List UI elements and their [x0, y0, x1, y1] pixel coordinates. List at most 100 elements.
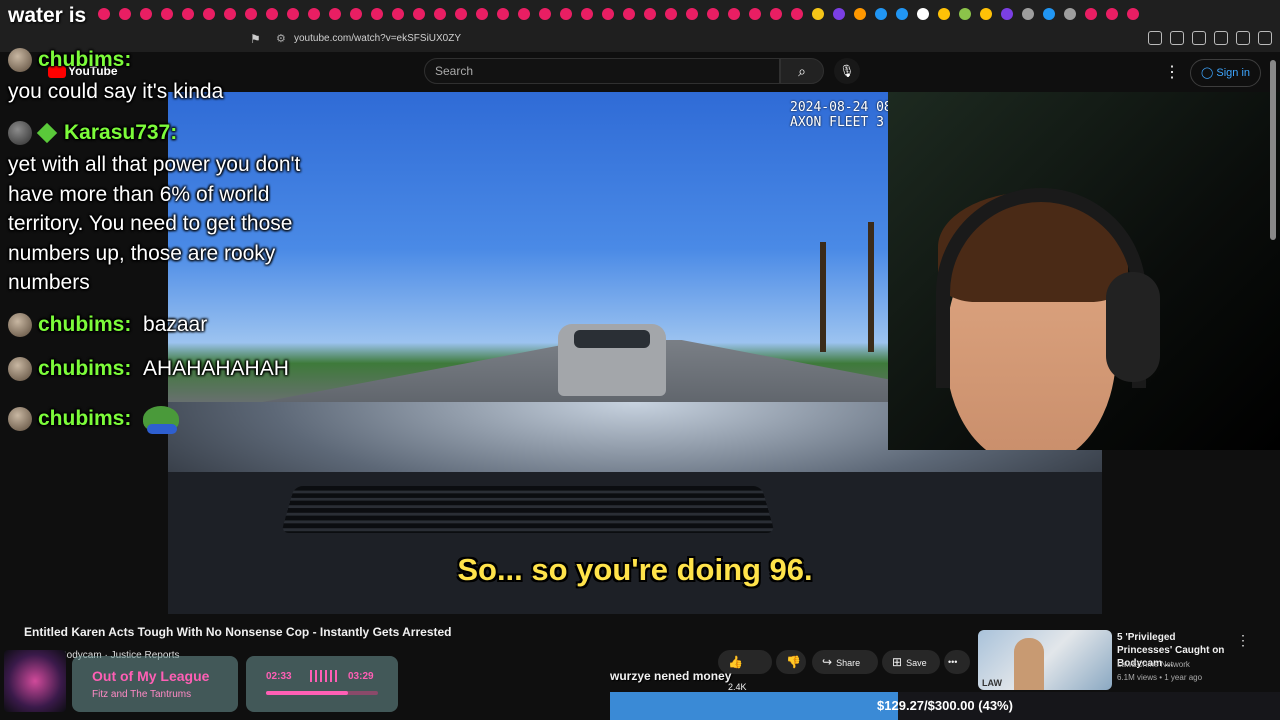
browser-tab-favicon-icon[interactable]	[287, 8, 299, 20]
youtube-play-icon	[48, 65, 66, 78]
extension-icon[interactable]	[1148, 31, 1162, 45]
browser-tab-favicon-icon[interactable]	[812, 8, 824, 20]
video-car-window	[574, 330, 650, 348]
chat-username: Karasu737:	[64, 121, 178, 144]
browser-tab-favicon-icon[interactable]	[602, 8, 614, 20]
browser-tab-favicon-icon[interactable]	[980, 8, 992, 20]
browser-tab-favicon-icon[interactable]	[665, 8, 677, 20]
microphone-icon[interactable]: 🎙	[834, 58, 860, 84]
media-icon[interactable]	[1170, 31, 1184, 45]
browser-tab-favicon-icon[interactable]	[1001, 8, 1013, 20]
browser-tab-favicon-icon[interactable]	[917, 8, 929, 20]
share-button[interactable]: ↪ Share	[812, 650, 878, 674]
sidebar-icon[interactable]	[1192, 31, 1206, 45]
browser-tab-favicon-icon[interactable]	[434, 8, 446, 20]
browser-tab-favicon-icon[interactable]	[644, 8, 656, 20]
bookmark-icon[interactable]: ⚑	[250, 32, 261, 46]
browser-tab-favicon-icon[interactable]	[875, 8, 887, 20]
browser-tab-favicon-icon[interactable]	[854, 8, 866, 20]
browser-tab-favicon-icon[interactable]	[266, 8, 278, 20]
avatar	[8, 121, 32, 146]
browser-tab-favicon-icon[interactable]	[1106, 8, 1118, 20]
song-progress-bar	[266, 691, 378, 695]
browser-tab-favicon-icon[interactable]	[959, 8, 971, 20]
page-scrollbar[interactable]	[1270, 60, 1276, 240]
video-palm-tree	[868, 222, 874, 352]
browser-tab-favicon-icon[interactable]	[455, 8, 467, 20]
search-input[interactable]: Search	[424, 58, 780, 84]
browser-tab-favicon-icon[interactable]	[497, 8, 509, 20]
browser-tab-favicon-icon[interactable]	[623, 8, 635, 20]
browser-tab-favicon-icon[interactable]	[98, 8, 110, 20]
browser-tab-favicon-icon[interactable]	[833, 8, 845, 20]
chat-username: chubims:	[38, 407, 132, 430]
browser-tab-favicon-icon[interactable]	[350, 8, 362, 20]
address-bar: ⚑ ⚙ youtube.com/watch?v=ekSFSiUX0ZY	[0, 28, 1280, 52]
video-subtitle: So... so you're doing 96.	[457, 552, 813, 587]
search-icon[interactable]: ⌕	[780, 58, 824, 84]
site-info-icon[interactable]: ⚙	[276, 32, 286, 45]
browser-tab-favicon-icon[interactable]	[329, 8, 341, 20]
browser-tab-favicon-icon[interactable]	[371, 8, 383, 20]
sign-in-button[interactable]: ◯ Sign in	[1190, 59, 1262, 87]
browser-tab-favicon-icon[interactable]	[518, 8, 530, 20]
youtube-logo[interactable]: YouTube	[48, 64, 118, 78]
more-options-icon[interactable]: ⋮	[1164, 62, 1180, 82]
browser-tab-favicon-icon[interactable]	[119, 8, 131, 20]
browser-tab-favicon-icon[interactable]	[896, 8, 908, 20]
share-label: Share	[836, 658, 861, 668]
audio-wave-icon	[310, 670, 340, 682]
like-count: 2.4K	[728, 682, 747, 692]
related-more-icon[interactable]: ⋮	[1236, 632, 1250, 649]
donation-goal-label: $129.27/$300.00 (43%)	[877, 698, 1013, 713]
url-text[interactable]: youtube.com/watch?v=ekSFSiUX0ZY	[294, 33, 461, 44]
browser-tab-favicon-icon[interactable]	[308, 8, 320, 20]
song-progress-panel: 02:33 03:29	[246, 656, 398, 712]
browser-tab-favicon-icon[interactable]	[938, 8, 950, 20]
browser-tab-favicon-icon[interactable]	[413, 8, 425, 20]
browser-tab-favicon-icon[interactable]	[392, 8, 404, 20]
browser-tab-favicon-icon[interactable]	[1064, 8, 1076, 20]
shield-icon[interactable]	[1236, 31, 1250, 45]
donation-goal-bar: $129.27/$300.00 (43%)	[610, 692, 1280, 720]
browser-tab-favicon-icon[interactable]	[140, 8, 152, 20]
browser-tab-favicon-icon[interactable]	[161, 8, 173, 20]
browser-tab-favicon-icon[interactable]	[539, 8, 551, 20]
browser-tab-favicon-icon[interactable]	[203, 8, 215, 20]
browser-tab-favicon-icon[interactable]	[728, 8, 740, 20]
browser-tab-favicon-icon[interactable]	[686, 8, 698, 20]
browser-toolbar-icons	[1148, 31, 1272, 45]
related-video-channel[interactable]: Law&Crime Network	[1117, 660, 1190, 669]
related-video-thumbnail[interactable]: LAW	[978, 630, 1112, 690]
share-icon: ↪	[822, 655, 833, 669]
song-progress-fill	[266, 691, 348, 695]
save-button[interactable]: ⊞ Save	[882, 650, 940, 674]
chat-message: chubims:	[8, 404, 180, 435]
dislike-button[interactable]: 👎	[776, 650, 806, 674]
more-actions-button[interactable]: •••	[944, 650, 970, 674]
browser-tab-favicon-icon[interactable]	[749, 8, 761, 20]
browser-tab-favicon-icon[interactable]	[581, 8, 593, 20]
headphone-earcup	[1106, 272, 1160, 382]
streamer-webcam	[888, 92, 1280, 450]
browser-tab-favicon-icon[interactable]	[1022, 8, 1034, 20]
chat-message-text: numbers	[8, 271, 90, 294]
badge-icon	[36, 123, 58, 144]
video-title: Entitled Karen Acts Tough With No Nonsen…	[24, 625, 452, 639]
browser-tab-favicon-icon[interactable]	[476, 8, 488, 20]
browser-tab-favicon-icon[interactable]	[1085, 8, 1097, 20]
browser-tab-favicon-icon[interactable]	[182, 8, 194, 20]
browser-tab-favicon-icon[interactable]	[770, 8, 782, 20]
sign-in-label: Sign in	[1216, 67, 1251, 79]
browser-tab-favicon-icon[interactable]	[224, 8, 236, 20]
menu-icon[interactable]	[1258, 31, 1272, 45]
browser-tab-favicon-icon[interactable]	[707, 8, 719, 20]
browser-tab-favicon-icon[interactable]	[560, 8, 572, 20]
browser-tab-strip	[0, 0, 1280, 28]
wallet-icon[interactable]	[1214, 31, 1228, 45]
browser-tab-favicon-icon[interactable]	[791, 8, 803, 20]
browser-tab-favicon-icon[interactable]	[245, 8, 257, 20]
browser-tab-favicon-icon[interactable]	[1127, 8, 1139, 20]
browser-tab-favicon-icon[interactable]	[1043, 8, 1055, 20]
thumbs-down-icon: 👎	[786, 655, 801, 669]
